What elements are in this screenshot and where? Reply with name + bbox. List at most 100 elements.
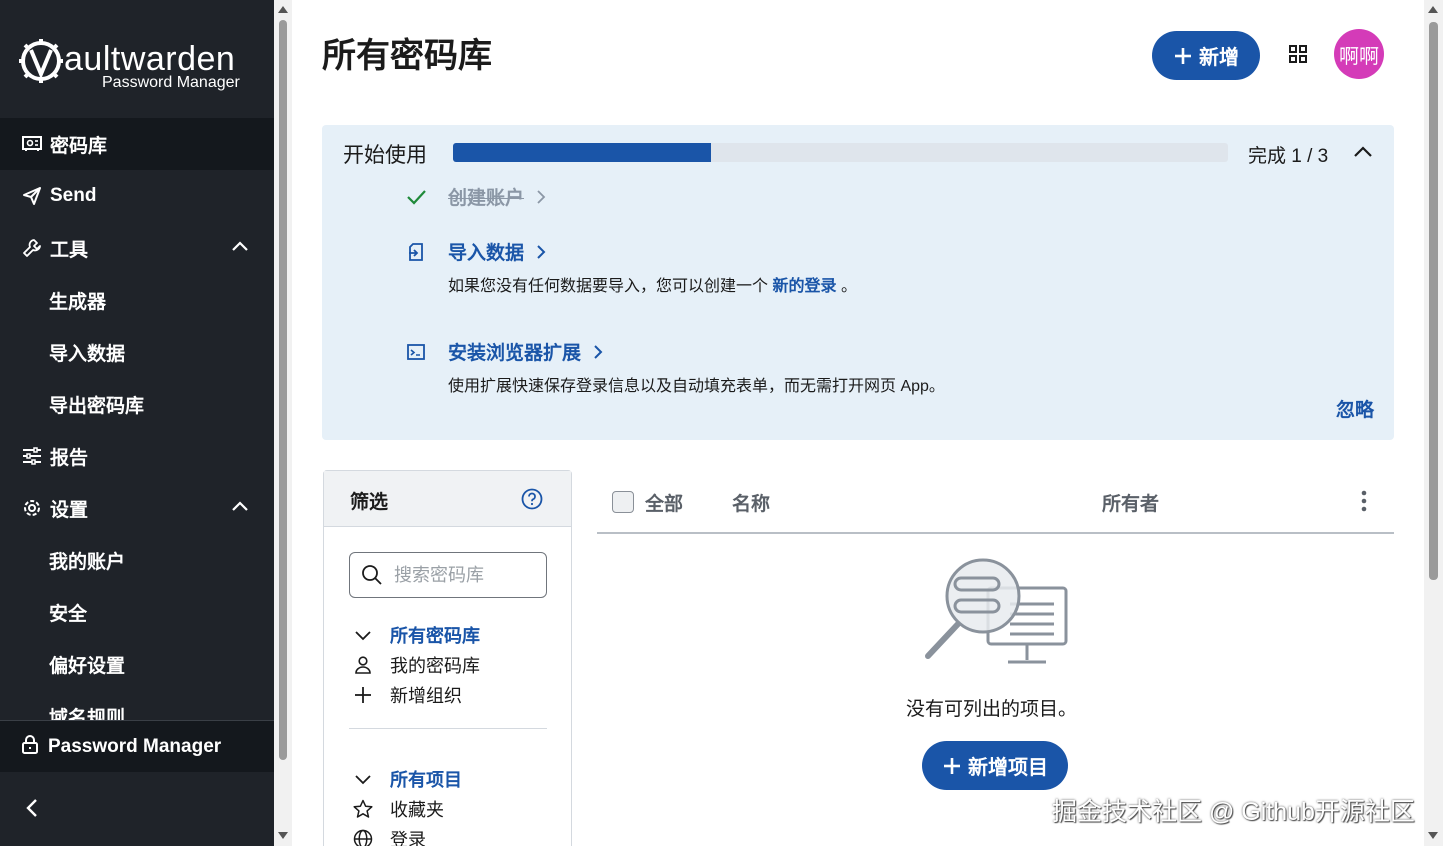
gear-icon bbox=[20, 496, 44, 520]
sidebar-item-tools[interactable]: 工具 bbox=[0, 222, 274, 274]
chevron-up-icon[interactable] bbox=[230, 236, 250, 256]
chevron-up-icon[interactable] bbox=[230, 496, 250, 516]
add-item-label: 新增项目 bbox=[968, 757, 1048, 779]
product-switcher-label: Password Manager bbox=[48, 735, 222, 757]
task-desc-suffix: 。 bbox=[840, 278, 857, 295]
select-all-checkbox[interactable] bbox=[612, 491, 634, 513]
chevron-up-icon[interactable] bbox=[1352, 141, 1374, 163]
more-options-icon[interactable] bbox=[1360, 489, 1368, 513]
search-input[interactable] bbox=[394, 562, 539, 588]
new-login-link[interactable]: 新的登录 bbox=[772, 278, 836, 295]
globe-icon bbox=[352, 828, 374, 846]
column-all[interactable]: 全部 bbox=[645, 489, 683, 516]
filter-logins[interactable]: 登录 bbox=[352, 826, 426, 846]
sidebar-item-domain-rules[interactable]: 域名规则 bbox=[0, 690, 274, 720]
scroll-down-arrow-icon[interactable] bbox=[278, 832, 288, 839]
sidebar-item-label: 安全 bbox=[49, 603, 88, 625]
task-extension-description: 使用扩展快速保存登录信息以及自动填充表单，而无需打开网页 App。 bbox=[448, 378, 945, 395]
scroll-up-arrow-icon[interactable] bbox=[1428, 6, 1438, 13]
chevron-down-icon[interactable] bbox=[352, 624, 374, 646]
vault-table-header: 全部 名称 所有者 bbox=[597, 470, 1394, 534]
scrollbar-thumb[interactable] bbox=[1429, 22, 1438, 580]
column-owner[interactable]: 所有者 bbox=[1102, 489, 1159, 516]
star-icon bbox=[352, 798, 374, 820]
filter-all-vaults[interactable]: 所有密码库 bbox=[352, 622, 480, 648]
vault-icon bbox=[20, 132, 44, 156]
filter-item-label: 我的密码库 bbox=[390, 656, 480, 676]
onboarding-status: 完成 1 / 3 bbox=[1248, 146, 1329, 167]
sidebar-scrollbar[interactable] bbox=[274, 0, 292, 846]
chevron-right-icon bbox=[537, 189, 546, 204]
task-label: 安装浏览器扩展 bbox=[448, 338, 607, 365]
filter-item-label: 收藏夹 bbox=[390, 800, 444, 820]
sidebar-item-settings[interactable]: 设置 bbox=[0, 482, 274, 534]
task-label-text: 安装浏览器扩展 bbox=[448, 343, 582, 364]
avatar[interactable]: 啊啊 bbox=[1334, 29, 1384, 79]
sidebar-item-import[interactable]: 导入数据 bbox=[0, 326, 274, 378]
page-title: 所有密码库 bbox=[322, 37, 492, 75]
page-scrollbar[interactable] bbox=[1424, 0, 1443, 846]
sidebar-item-label: 报告 bbox=[50, 447, 89, 469]
filter-header: 筛选 bbox=[324, 471, 571, 527]
sidebar-item-label: 密码库 bbox=[50, 135, 108, 157]
task-label-text: 导入数据 bbox=[448, 243, 525, 264]
sidebar-item-generator[interactable]: 生成器 bbox=[0, 274, 274, 326]
search-icon bbox=[362, 565, 382, 585]
app-window: aultwarden Password Manager 密码库 Send 工具 … bbox=[0, 0, 1443, 846]
chevron-right-icon bbox=[594, 344, 603, 359]
filter-favorites[interactable]: 收藏夹 bbox=[352, 796, 444, 822]
sidebar-item-security[interactable]: 安全 bbox=[0, 586, 274, 638]
sidebar: aultwarden Password Manager 密码库 Send 工具 … bbox=[0, 0, 274, 846]
onboarding-title: 开始使用 bbox=[343, 144, 427, 167]
user-icon bbox=[352, 654, 374, 676]
sidebar-item-label: 偏好设置 bbox=[49, 655, 126, 677]
sidebar-item-send[interactable]: Send bbox=[0, 170, 274, 222]
chevron-down-icon[interactable] bbox=[352, 768, 374, 790]
filter-item-label: 登录 bbox=[390, 830, 426, 846]
watermark: 掘金技术社区 @ Github开源社区 bbox=[1052, 798, 1415, 826]
sidebar-item-reports[interactable]: 报告 bbox=[0, 430, 274, 482]
scroll-up-arrow-icon[interactable] bbox=[278, 6, 288, 13]
task-import-description: 如果您没有任何数据要导入，您可以创建一个 新的登录 。 bbox=[448, 272, 857, 296]
filter-panel: 筛选 所有密码库 我的密码库 新增组织 所有项目 收藏夹 bbox=[323, 470, 572, 846]
product-switcher[interactable]: Password Manager bbox=[0, 720, 274, 772]
filter-item-label: 所有项目 bbox=[390, 770, 462, 790]
plus-icon bbox=[352, 684, 374, 706]
scrollbar-thumb[interactable] bbox=[279, 20, 287, 760]
vaultwarden-logo[interactable]: aultwarden Password Manager bbox=[18, 34, 258, 98]
help-icon[interactable] bbox=[521, 488, 543, 510]
sidebar-item-preferences[interactable]: 偏好设置 bbox=[0, 638, 274, 690]
new-button[interactable]: 新增 bbox=[1152, 31, 1260, 80]
sidebar-item-label: 域名规则 bbox=[49, 708, 126, 720]
add-item-button[interactable]: 新增项目 bbox=[922, 741, 1068, 790]
no-items-illustration bbox=[925, 558, 1068, 664]
plus-icon bbox=[944, 757, 960, 774]
progress-fill bbox=[453, 143, 712, 162]
onboarding-progress-bar bbox=[453, 143, 1228, 162]
filter-my-vault[interactable]: 我的密码库 bbox=[352, 652, 480, 678]
collapse-sidebar-icon[interactable] bbox=[20, 796, 44, 820]
check-icon bbox=[407, 189, 426, 205]
sidebar-item-label: 导入数据 bbox=[49, 343, 126, 365]
task-label: 导入数据 bbox=[448, 238, 550, 265]
onboarding-panel: 开始使用 完成 1 / 3 创建账户 导入数据 如果您没有任何数据要导入，您可以… bbox=[322, 125, 1394, 440]
sliders-icon bbox=[20, 444, 44, 468]
scroll-down-arrow-icon[interactable] bbox=[1428, 832, 1438, 839]
filter-all-items[interactable]: 所有项目 bbox=[352, 766, 462, 792]
sidebar-item-export[interactable]: 导出密码库 bbox=[0, 378, 274, 430]
dismiss-button[interactable]: 忽略 bbox=[1336, 395, 1374, 422]
vault-search[interactable] bbox=[349, 552, 547, 598]
task-install-extension[interactable]: 安装浏览器扩展 bbox=[406, 338, 607, 365]
product-grid-icon[interactable] bbox=[1288, 44, 1308, 64]
sidebar-item-vaults[interactable]: 密码库 bbox=[0, 118, 274, 170]
task-label: 创建账户 bbox=[448, 183, 550, 210]
filter-new-organization[interactable]: 新增组织 bbox=[352, 682, 462, 708]
sidebar-item-label: 设置 bbox=[50, 499, 89, 521]
empty-state-text: 没有可列出的项目。 bbox=[906, 699, 1078, 720]
sidebar-item-label: 生成器 bbox=[49, 291, 107, 313]
column-name[interactable]: 名称 bbox=[732, 489, 770, 516]
task-create-account[interactable]: 创建账户 bbox=[406, 183, 550, 210]
plus-icon bbox=[1175, 47, 1191, 64]
task-import-data[interactable]: 导入数据 bbox=[406, 238, 550, 265]
sidebar-item-my-account[interactable]: 我的账户 bbox=[0, 534, 274, 586]
